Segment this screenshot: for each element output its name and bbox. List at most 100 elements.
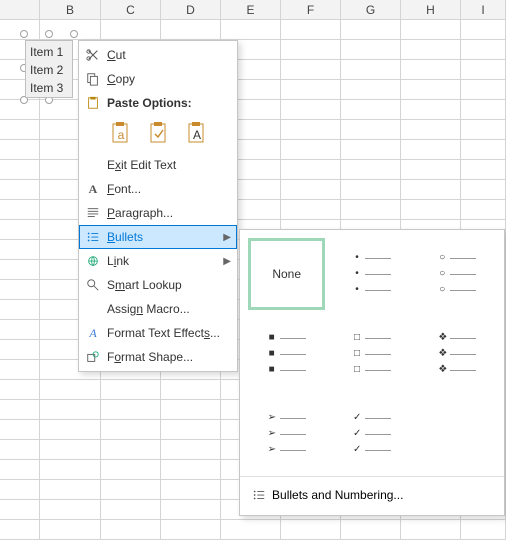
cell[interactable]: [0, 440, 40, 460]
cell[interactable]: [341, 40, 401, 60]
bullet-option-hollow-square[interactable]: □ □ □: [333, 318, 410, 390]
cell[interactable]: [281, 180, 341, 200]
cell[interactable]: [281, 60, 341, 80]
cell[interactable]: [101, 440, 161, 460]
cell[interactable]: [40, 460, 101, 480]
cell[interactable]: [341, 80, 401, 100]
cell[interactable]: [161, 20, 221, 40]
column-header[interactable]: I: [461, 0, 506, 20]
cell[interactable]: [101, 480, 161, 500]
cell[interactable]: [0, 520, 40, 540]
cell[interactable]: [101, 400, 161, 420]
cell[interactable]: [401, 80, 461, 100]
column-header[interactable]: F: [281, 0, 341, 20]
menu-link[interactable]: Link ▶: [79, 249, 237, 273]
cell[interactable]: [341, 140, 401, 160]
cell[interactable]: [461, 160, 506, 180]
column-header[interactable]: D: [161, 0, 221, 20]
cell[interactable]: [341, 520, 401, 540]
cell[interactable]: [461, 80, 506, 100]
cell[interactable]: [221, 20, 281, 40]
cell[interactable]: [401, 120, 461, 140]
cell[interactable]: [0, 480, 40, 500]
cell[interactable]: [461, 180, 506, 200]
cell[interactable]: [401, 200, 461, 220]
resize-handle[interactable]: [45, 30, 53, 38]
paste-keep-source-button[interactable]: a: [107, 119, 135, 147]
cell[interactable]: [401, 60, 461, 80]
cell[interactable]: [161, 500, 221, 520]
cell[interactable]: [40, 480, 101, 500]
cell[interactable]: [161, 440, 221, 460]
cell[interactable]: [401, 140, 461, 160]
cell[interactable]: [161, 480, 221, 500]
text-box[interactable]: Item 1 Item 2 Item 3: [25, 40, 73, 98]
menu-copy[interactable]: Copy: [79, 67, 237, 91]
cell[interactable]: [0, 100, 40, 120]
bullets-and-numbering[interactable]: Bullets and Numbering...: [248, 483, 496, 507]
column-header[interactable]: C: [101, 0, 161, 20]
bullet-option-check[interactable]: ✓ ✓ ✓: [333, 398, 410, 470]
cell[interactable]: [0, 200, 40, 220]
column-header[interactable]: G: [341, 0, 401, 20]
cell[interactable]: [0, 460, 40, 480]
cell[interactable]: [281, 20, 341, 40]
cell[interactable]: [461, 20, 506, 40]
cell[interactable]: [40, 400, 101, 420]
cell[interactable]: [40, 420, 101, 440]
cell[interactable]: [281, 40, 341, 60]
bullet-option-none[interactable]: None: [248, 238, 325, 310]
cell[interactable]: [461, 40, 506, 60]
cell[interactable]: [401, 20, 461, 40]
cell[interactable]: [0, 340, 40, 360]
menu-exit-edit-text[interactable]: Exit Edit Text: [79, 153, 237, 177]
cell[interactable]: [0, 400, 40, 420]
bullet-option-filled-square[interactable]: ■ ■ ■: [248, 318, 325, 390]
cell[interactable]: [401, 180, 461, 200]
cell[interactable]: [461, 200, 506, 220]
cell[interactable]: [101, 500, 161, 520]
menu-paragraph[interactable]: Paragraph...: [79, 201, 237, 225]
column-header[interactable]: H: [401, 0, 461, 20]
cell[interactable]: [461, 140, 506, 160]
cell[interactable]: [0, 420, 40, 440]
cell[interactable]: [161, 400, 221, 420]
menu-format-shape[interactable]: Format Shape...: [79, 345, 237, 369]
cell[interactable]: [341, 200, 401, 220]
cell[interactable]: [40, 380, 101, 400]
cell[interactable]: [221, 520, 281, 540]
cell[interactable]: [101, 460, 161, 480]
cell[interactable]: [101, 420, 161, 440]
cell[interactable]: [101, 380, 161, 400]
paste-merge-button[interactable]: [145, 119, 173, 147]
bullet-option-circle[interactable]: ○ ○ ○: [419, 238, 496, 310]
cell[interactable]: [401, 40, 461, 60]
cell[interactable]: [0, 320, 40, 340]
resize-handle[interactable]: [20, 30, 28, 38]
cell[interactable]: [0, 240, 40, 260]
cell[interactable]: [401, 520, 461, 540]
cell[interactable]: [0, 260, 40, 280]
cell[interactable]: [461, 100, 506, 120]
menu-bullets[interactable]: Bullets ▶: [79, 225, 237, 249]
resize-handle[interactable]: [70, 30, 78, 38]
cell[interactable]: [281, 120, 341, 140]
bullet-option-disc[interactable]: • • •: [333, 238, 410, 310]
bullet-option-diamond[interactable]: ❖ ❖ ❖: [419, 318, 496, 390]
cell[interactable]: [0, 160, 40, 180]
cell[interactable]: [341, 20, 401, 40]
cell[interactable]: [0, 140, 40, 160]
cell[interactable]: [40, 520, 101, 540]
cell[interactable]: [161, 380, 221, 400]
cell[interactable]: [401, 100, 461, 120]
cell[interactable]: [461, 60, 506, 80]
cell[interactable]: [161, 460, 221, 480]
cell[interactable]: [281, 520, 341, 540]
column-header[interactable]: E: [221, 0, 281, 20]
cell[interactable]: [341, 160, 401, 180]
cell[interactable]: [281, 140, 341, 160]
cell[interactable]: [161, 520, 221, 540]
cell[interactable]: [101, 520, 161, 540]
cell[interactable]: [0, 360, 40, 380]
menu-cut[interactable]: Cut: [79, 43, 237, 67]
